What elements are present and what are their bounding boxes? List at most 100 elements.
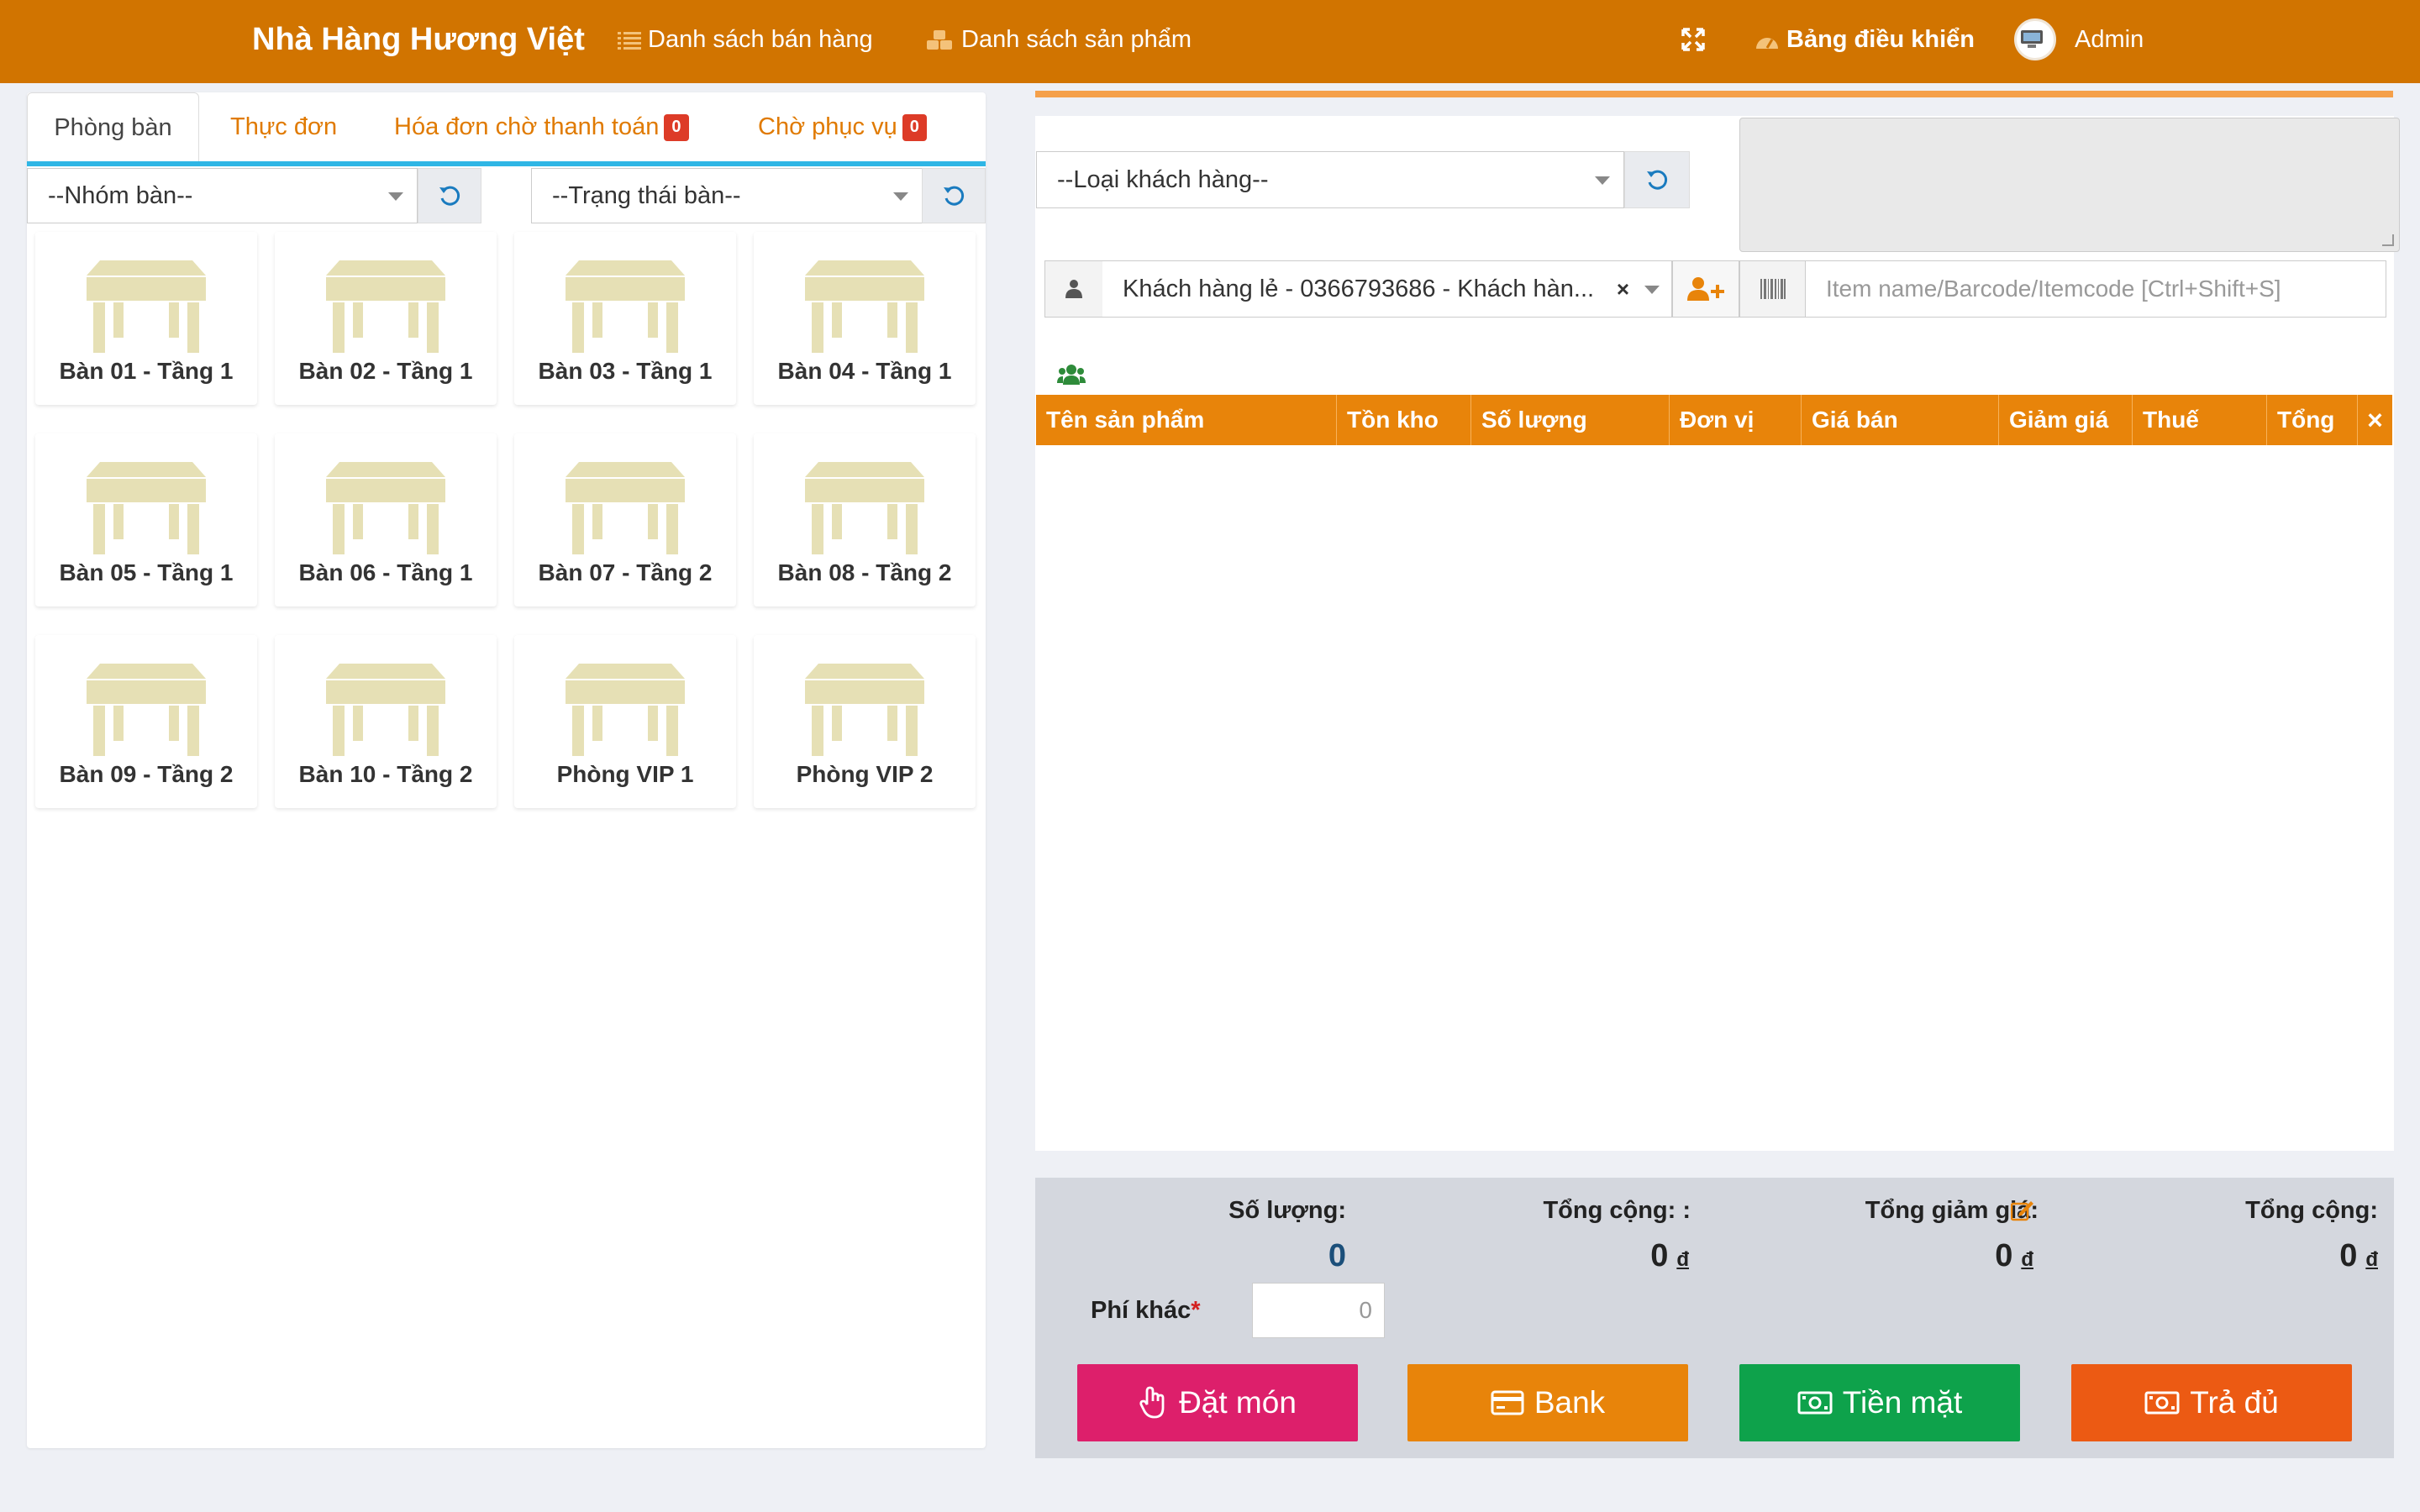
col-product-name[interactable]: Tên sản phẩm [1036,395,1337,445]
table-icon [805,664,924,756]
refresh-group-button[interactable] [418,168,481,223]
nav-products-list[interactable]: Danh sách sản phẩm [926,26,1192,54]
col-total[interactable]: Tổng [2267,395,2358,445]
product-search-input[interactable] [1805,260,2386,318]
table-card[interactable]: Bàn 03 - Tầng 1 [514,232,736,405]
customer-select[interactable]: Khách hàng lẻ - 0366793686 - Khách hàn..… [1102,260,1672,318]
table-card[interactable]: Bàn 10 - Tầng 2 [275,635,497,808]
currency-symbol: đ [1676,1248,1689,1271]
table-card[interactable]: Bàn 06 - Tầng 1 [275,433,497,606]
pay-full-button[interactable]: Trả đủ [2071,1364,2352,1441]
table-card[interactable]: Bàn 02 - Tầng 1 [275,232,497,405]
currency-symbol: đ [2365,1248,2378,1271]
user-menu[interactable]: Admin [2014,18,2144,60]
other-fee-input[interactable]: 0 [1252,1283,1385,1338]
nav-sales-list[interactable]: Danh sách bán hàng [618,26,873,54]
list-icon [618,31,641,50]
col-quantity[interactable]: Số lượng [1471,395,1670,445]
money-icon [2144,1391,2180,1415]
clear-customer-icon[interactable]: × [1617,261,1629,317]
chevron-down-icon [388,192,403,201]
order-button-label: Đặt món [1179,1385,1297,1420]
edit-icon [2010,1201,2033,1221]
discount-value-wrap: 0đ [1907,1238,2033,1274]
table-card[interactable]: Phòng VIP 1 [514,635,736,808]
tab-waiting-service[interactable]: Chờ phục vụ 0 [758,92,927,161]
brand-name[interactable]: Nhà Hàng Hương Việt [252,22,585,58]
table-name: Phòng VIP 2 [796,761,934,787]
table-icon [326,462,445,554]
subtotal-value-wrap: 0đ [1563,1238,1689,1274]
resize-grip-icon[interactable] [2382,234,2394,246]
refresh-icon [944,186,965,206]
tab-menu[interactable]: Thực đơn [230,92,337,161]
table-icon [566,260,685,353]
order-button[interactable]: Đặt món [1077,1364,1358,1441]
table-icon [805,260,924,353]
table-icon [326,260,445,353]
bank-button[interactable]: Bank [1407,1364,1688,1441]
table-card[interactable]: Bàn 04 - Tầng 1 [754,232,976,405]
currency-symbol: đ [2021,1248,2033,1271]
table-status-select[interactable]: --Trạng thái bàn-- [531,168,923,223]
nav-dashboard[interactable]: Bảng điều khiển [1754,26,1975,54]
customer-type-select[interactable]: --Loại khách hàng-- [1036,151,1624,208]
table-icon [326,664,445,756]
table-card[interactable]: Bàn 07 - Tầng 2 [514,433,736,606]
refresh-status-button[interactable] [922,168,986,223]
avatar [2014,18,2056,60]
table-icon [805,462,924,554]
tab-tables[interactable]: Phòng bàn [27,92,199,161]
table-name: Bàn 05 - Tầng 1 [59,559,234,585]
fullscreen-toggle[interactable] [1681,27,1712,52]
col-stock[interactable]: Tồn kho [1337,395,1471,445]
table-name: Bàn 03 - Tầng 1 [538,358,713,384]
table-group-select[interactable]: --Nhóm bàn-- [27,168,418,223]
total-label: Tổng cộng: [2245,1197,2378,1224]
refresh-icon [439,186,460,206]
tables-panel: Phòng bàn Thực đơn Hóa đơn chờ thanh toá… [27,92,986,1448]
add-customer-button[interactable] [1672,260,1739,318]
table-card[interactable]: Bàn 01 - Tầng 1 [35,232,257,405]
table-name: Phòng VIP 1 [556,761,694,787]
tab-pending-invoices[interactable]: Hóa đơn chờ thanh toán 0 [394,92,689,161]
required-mark: * [1191,1297,1201,1324]
total-value: 0 [2339,1238,2358,1273]
table-name: Bàn 02 - Tầng 1 [298,358,473,384]
table-icon [566,664,685,756]
hand-icon [1139,1386,1165,1419]
qty-label: Số lượng: [1228,1197,1346,1224]
customer-group-toggle[interactable] [1057,363,1086,391]
tab-pending-label: Hóa đơn chờ thanh toán [394,113,660,140]
table-name: Bàn 04 - Tầng 1 [777,358,952,384]
table-name: Bàn 09 - Tầng 2 [59,761,234,787]
table-card[interactable]: Bàn 05 - Tầng 1 [35,433,257,606]
col-discount[interactable]: Giảm giá [1999,395,2133,445]
cubes-icon [927,29,952,50]
table-card[interactable]: Phòng VIP 2 [754,635,976,808]
cash-button[interactable]: Tiền mặt [1739,1364,2020,1441]
barcode-addon [1739,260,1807,318]
expand-icon [1681,28,1705,51]
top-navbar: Nhà Hàng Hương Việt Danh sách bán hàng D… [0,0,2420,83]
refresh-customer-type-button[interactable] [1624,151,1690,208]
bank-button-label: Bank [1534,1385,1606,1420]
col-unit[interactable]: Đơn vị [1670,395,1802,445]
col-tax[interactable]: Thuế [2133,395,2267,445]
table-card[interactable]: Bàn 08 - Tầng 2 [754,433,976,606]
subtotal-label: Tổng cộng: : [1543,1197,1691,1224]
edit-discount-icon[interactable] [2010,1200,2034,1226]
credit-card-icon [1491,1390,1524,1415]
col-price[interactable]: Giá bán [1802,395,1999,445]
customer-value: Khách hàng lẻ - 0366793686 - Khách hàn..… [1123,276,1595,302]
table-name: Bàn 08 - Tầng 2 [777,559,952,585]
table-name: Bàn 07 - Tầng 2 [538,559,713,585]
table-icon [87,260,206,353]
remove-all-icon[interactable]: × [2358,395,2392,445]
money-icon [1797,1391,1833,1415]
table-group-value: --Nhóm bàn-- [48,182,193,209]
other-fee-label-text: Phí khác [1091,1297,1192,1324]
table-card[interactable]: Bàn 09 - Tầng 2 [35,635,257,808]
order-notes-textarea[interactable] [1739,118,2400,252]
qty-value: 0 [1328,1238,1346,1273]
